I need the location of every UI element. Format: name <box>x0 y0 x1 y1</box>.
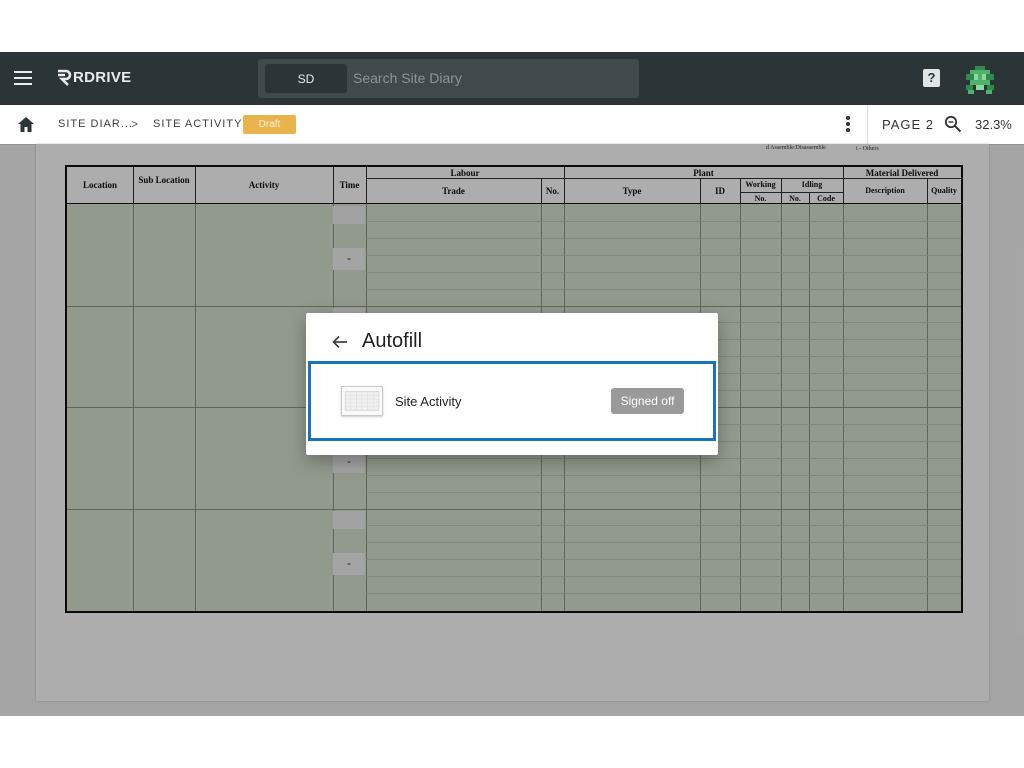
logo-mark-icon <box>58 69 72 86</box>
breadcrumb-bar: SITE DIAR... > SITE ACTIVITY Draft PAGE … <box>0 105 1024 145</box>
search-bar: SD <box>258 59 639 98</box>
help-button[interactable]: ? <box>923 69 940 87</box>
dialog-title: Autofill <box>362 330 423 352</box>
breadcrumb-site-diary[interactable]: SITE DIAR... <box>58 118 133 130</box>
page-indicator: PAGE 2 <box>882 117 935 132</box>
autofill-option-label: Site Activity <box>395 394 462 409</box>
more-options-icon[interactable] <box>845 116 851 134</box>
search-input[interactable] <box>353 67 623 89</box>
zoom-icon[interactable] <box>944 115 962 133</box>
zoom-level: 32.3% <box>975 117 1012 132</box>
breadcrumb-site-activity[interactable]: SITE ACTIVITY <box>153 118 242 130</box>
back-arrow-icon[interactable] <box>330 332 350 352</box>
breadcrumb-separator: > <box>131 117 139 131</box>
toolbar-divider <box>867 105 868 145</box>
app-logo[interactable]: RDRIVE <box>56 69 131 86</box>
autofill-option-site-activity[interactable]: Site Activity Signed off <box>308 361 716 441</box>
menu-icon[interactable] <box>14 71 32 85</box>
user-avatar-icon[interactable] <box>966 66 994 94</box>
search-scope-chip[interactable]: SD <box>265 64 347 93</box>
top-app-bar: RDRIVE SD ? <box>0 52 1024 105</box>
document-thumbnail-icon <box>341 386 383 416</box>
signed-off-badge: Signed off <box>611 388 684 414</box>
autofill-dialog: Autofill Site Activity Signed off <box>306 313 718 455</box>
app-viewport: RDRIVE SD ? SITE DIAR... > S <box>0 52 1024 716</box>
status-badge: Draft <box>243 115 296 134</box>
logo-text: RDRIVE <box>73 69 132 86</box>
home-icon[interactable] <box>17 116 35 133</box>
